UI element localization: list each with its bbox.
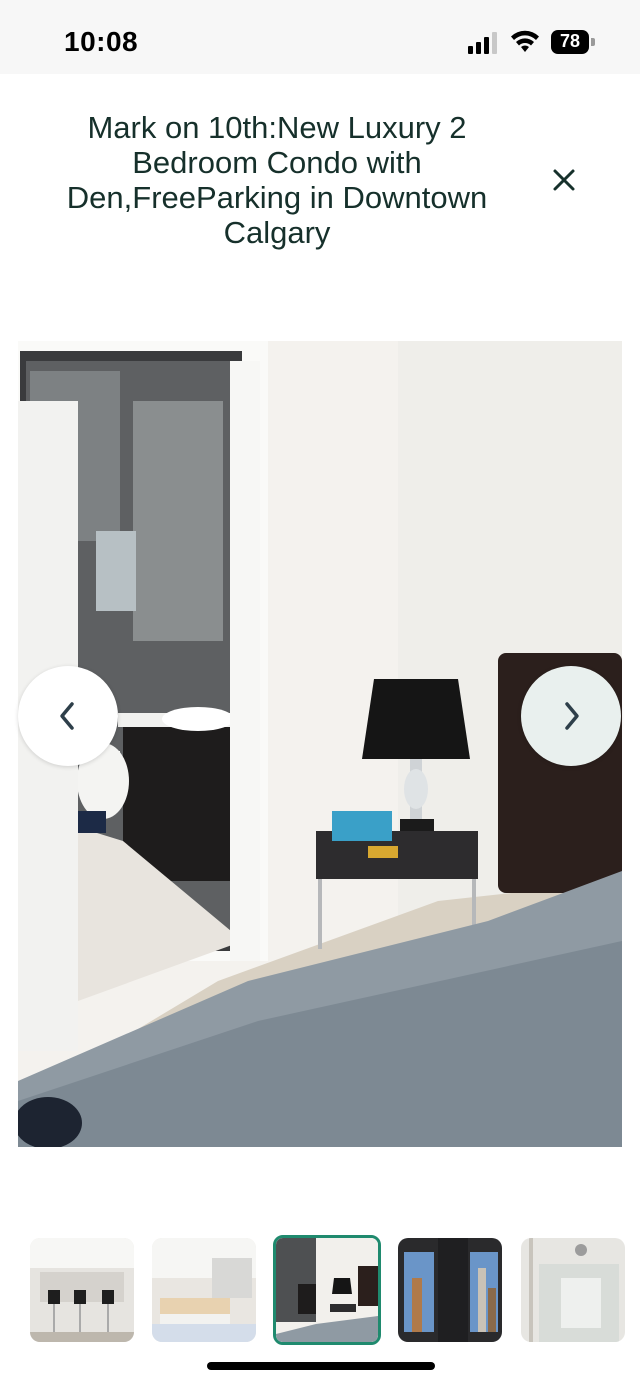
wifi-icon bbox=[511, 30, 539, 52]
listing-header: Mark on 10th:New Luxury 2 Bedroom Condo … bbox=[0, 74, 640, 334]
thumbnail-window-city-view[interactable] bbox=[398, 1238, 502, 1342]
chevron-left-icon bbox=[60, 702, 74, 730]
signal-icon bbox=[468, 32, 497, 54]
next-photo-button[interactable] bbox=[521, 666, 621, 766]
close-icon[interactable] bbox=[546, 162, 582, 198]
page-title: Mark on 10th:New Luxury 2 Bedroom Condo … bbox=[66, 110, 488, 250]
thumbnail-strip bbox=[0, 1230, 640, 1350]
previous-photo-button[interactable] bbox=[18, 666, 118, 766]
thumbnail-kitchen-island[interactable] bbox=[152, 1238, 256, 1342]
thumbnail-bedroom-ensuite[interactable] bbox=[273, 1235, 381, 1345]
status-bar: 10:08 78 bbox=[0, 0, 640, 74]
thumbnail-shower[interactable] bbox=[521, 1238, 625, 1342]
chevron-right-icon bbox=[565, 702, 579, 730]
battery-level: 78 bbox=[559, 31, 581, 51]
thumbnail-kitchen-bar-stools[interactable] bbox=[30, 1238, 134, 1342]
status-time: 10:08 bbox=[64, 26, 139, 57]
battery-icon: 78 bbox=[551, 30, 597, 54]
home-indicator[interactable] bbox=[207, 1362, 435, 1370]
